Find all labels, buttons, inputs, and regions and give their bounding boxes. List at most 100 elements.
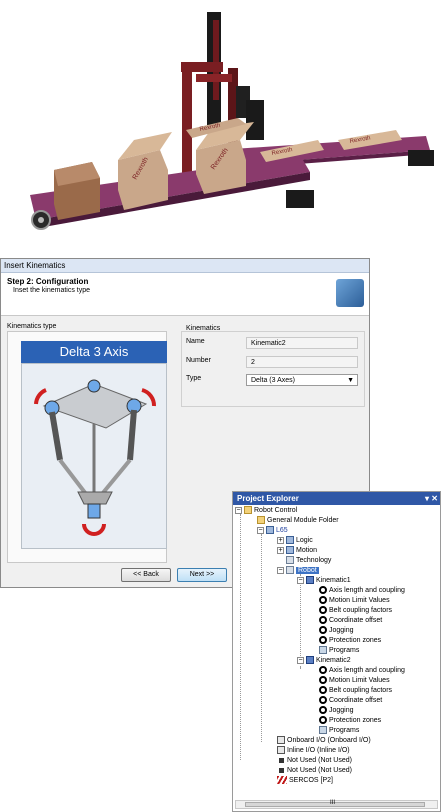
back-button[interactable]: << Back bbox=[121, 568, 171, 582]
kin2-programs[interactable]: Programs bbox=[319, 726, 359, 736]
kin2-jogging[interactable]: Jogging bbox=[319, 706, 354, 716]
tree-node-general-module-folder[interactable]: General Module Folder bbox=[257, 516, 339, 526]
node-label: Axis length and coupling bbox=[329, 587, 405, 594]
expand-icon[interactable]: + bbox=[277, 536, 284, 544]
tree-node-motion[interactable]: + Motion bbox=[277, 546, 317, 556]
kin1-programs[interactable]: Programs bbox=[319, 646, 359, 656]
node-label: Programs bbox=[329, 727, 360, 734]
kin1-protection-zones[interactable]: Protection zones bbox=[319, 636, 381, 646]
step-title: Step 2: Configuration bbox=[7, 277, 89, 286]
tree-node-kinematic1[interactable]: − Kinematic1 bbox=[297, 576, 351, 586]
collapse-icon[interactable]: − bbox=[297, 656, 304, 664]
kin1-motion-limits[interactable]: Motion Limit Values bbox=[319, 596, 390, 606]
delta-robot-image bbox=[21, 363, 167, 549]
kinematic-icon bbox=[306, 656, 314, 665]
node-label: Motion Limit Values bbox=[329, 597, 390, 604]
tree-node-inline-io[interactable]: Inline I/O (Inline I/O) bbox=[277, 746, 350, 756]
folder-icon bbox=[244, 506, 252, 515]
project-explorer-title-bar: Project Explorer ▾ ✕ bbox=[233, 492, 440, 505]
tree-node-technology[interactable]: Technology bbox=[286, 556, 331, 566]
kinematics-type-label: Kinematics type bbox=[7, 323, 57, 330]
tree-node-l65[interactable]: − L65 bbox=[257, 526, 288, 536]
type-select[interactable]: Delta (3 Axes) ▼ bbox=[246, 374, 358, 386]
collapse-icon[interactable]: − bbox=[257, 526, 264, 534]
panel-controls[interactable]: ▾ ✕ bbox=[425, 492, 438, 505]
node-label: Technology bbox=[296, 557, 332, 564]
unused-slot-icon bbox=[279, 757, 284, 763]
node-label: Motion Limit Values bbox=[329, 677, 390, 684]
collapse-icon[interactable]: − bbox=[235, 506, 242, 514]
node-label: Robot Control bbox=[254, 507, 298, 514]
horizontal-scrollbar[interactable]: III bbox=[235, 800, 438, 809]
settings-target-icon bbox=[319, 626, 327, 635]
tree-node-not-used-2[interactable]: Not Used (Not Used) bbox=[277, 766, 352, 776]
scroll-grip: III bbox=[330, 800, 336, 806]
tree-node-robot-control[interactable]: − Robot Control bbox=[235, 506, 297, 516]
project-tree: − Robot Control General Module Folder − L6… bbox=[233, 506, 440, 796]
number-field[interactable]: 2 bbox=[246, 356, 358, 368]
kin1-jogging[interactable]: Jogging bbox=[319, 626, 354, 636]
settings-target-icon bbox=[319, 676, 327, 685]
collapse-icon[interactable]: − bbox=[277, 566, 284, 574]
kin1-belt-coupling[interactable]: Belt coupling factors bbox=[319, 606, 392, 616]
robot-arm-icon bbox=[336, 279, 364, 307]
node-label: Coordinate offset bbox=[329, 697, 383, 704]
wizard-header: Step 2: Configuration Inset the kinemati… bbox=[1, 273, 369, 316]
node-label: L65 bbox=[276, 527, 288, 534]
controller-icon bbox=[266, 526, 274, 535]
settings-target-icon bbox=[319, 586, 327, 595]
dialog-title: Insert Kinematics bbox=[1, 259, 369, 273]
tree-node-sercos[interactable]: SERCOS [P2] bbox=[277, 776, 333, 786]
collapse-icon[interactable]: − bbox=[297, 576, 304, 584]
kinematic-icon bbox=[306, 576, 314, 585]
tree-node-onboard-io[interactable]: Onboard I/O (Onboard I/O) bbox=[277, 736, 371, 746]
kin2-coordinate-offset[interactable]: Coordinate offset bbox=[319, 696, 382, 706]
unused-slot-icon bbox=[279, 767, 284, 773]
chevron-down-icon[interactable]: ▼ bbox=[347, 375, 354, 386]
settings-target-icon bbox=[319, 686, 327, 695]
tree-node-logic[interactable]: + Logic bbox=[277, 536, 313, 546]
scrollbar-thumb[interactable]: III bbox=[245, 800, 425, 807]
number-label: Number bbox=[186, 357, 211, 364]
type-select-value: Delta (3 Axes) bbox=[251, 377, 295, 384]
node-label: Axis length and coupling bbox=[329, 667, 405, 674]
type-label: Type bbox=[186, 375, 202, 382]
tree-node-robot[interactable]: − Robot bbox=[277, 566, 319, 576]
node-label: Motion bbox=[296, 547, 318, 554]
settings-target-icon bbox=[319, 716, 327, 725]
settings-target-icon bbox=[319, 666, 327, 675]
io-module-icon bbox=[277, 746, 285, 755]
next-button[interactable]: Next >> bbox=[177, 568, 227, 582]
node-label: SERCOS [P2] bbox=[289, 777, 333, 784]
node-label: Coordinate offset bbox=[329, 617, 383, 624]
kin1-coordinate-offset[interactable]: Coordinate offset bbox=[319, 616, 382, 626]
programs-icon bbox=[319, 646, 327, 655]
name-field[interactable]: Kinematic2 bbox=[246, 337, 358, 349]
kin2-motion-limits[interactable]: Motion Limit Values bbox=[319, 676, 390, 686]
project-explorer-panel: Project Explorer ▾ ✕ − Robot Control Gene… bbox=[232, 491, 441, 812]
node-label: Kinematic1 bbox=[316, 577, 351, 584]
conveyor-scene-image: Rexroth Rexroth Rexroth Rexroth Rexroth bbox=[30, 12, 434, 230]
kin2-axis-length[interactable]: Axis length and coupling bbox=[319, 666, 405, 676]
logic-icon bbox=[286, 536, 294, 545]
node-label: Onboard I/O (Onboard I/O) bbox=[287, 737, 371, 744]
node-label: Programs bbox=[329, 647, 360, 654]
sercos-bus-icon bbox=[277, 776, 287, 785]
kin1-axis-length[interactable]: Axis length and coupling bbox=[319, 586, 405, 596]
kin2-protection-zones[interactable]: Protection zones bbox=[319, 716, 381, 726]
kin2-belt-coupling[interactable]: Belt coupling factors bbox=[319, 686, 392, 696]
tree-node-not-used-1[interactable]: Not Used (Not Used) bbox=[277, 756, 352, 766]
node-label: Protection zones bbox=[329, 717, 382, 724]
settings-target-icon bbox=[319, 616, 327, 625]
node-label: General Module Folder bbox=[267, 517, 339, 524]
io-module-icon bbox=[277, 736, 285, 745]
motion-icon bbox=[286, 546, 294, 555]
settings-target-icon bbox=[319, 606, 327, 615]
expand-icon[interactable]: + bbox=[277, 546, 284, 554]
settings-target-icon bbox=[319, 636, 327, 645]
node-label: Not Used (Not Used) bbox=[287, 757, 352, 764]
node-label: Kinematic2 bbox=[316, 657, 351, 664]
tree-node-kinematic2[interactable]: − Kinematic2 bbox=[297, 656, 351, 666]
kinematics-type-banner: Delta 3 Axis bbox=[21, 341, 167, 363]
node-label: Belt coupling factors bbox=[329, 687, 393, 694]
